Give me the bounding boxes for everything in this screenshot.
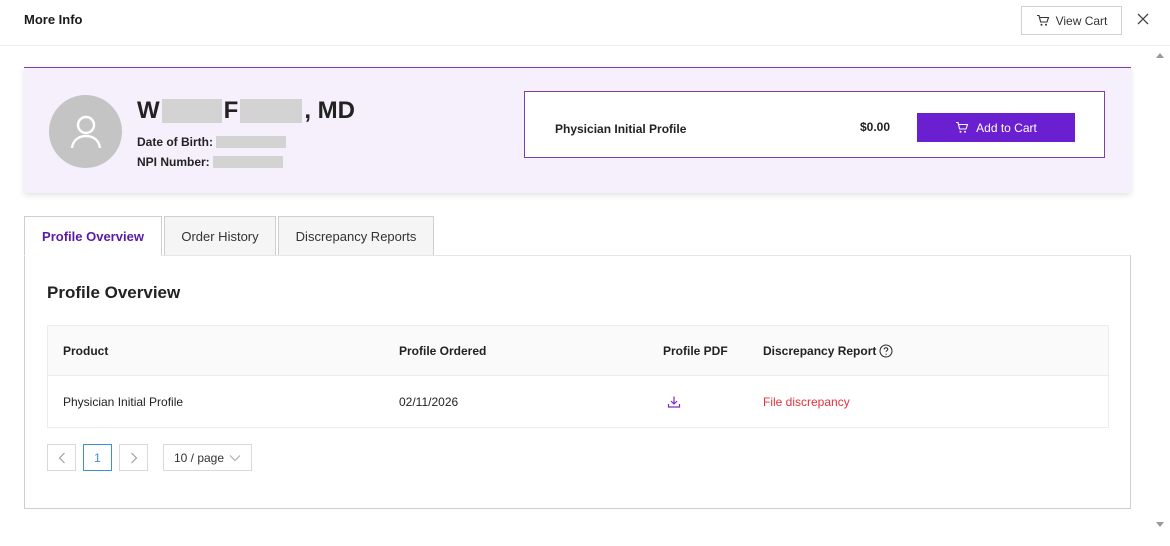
scroll-down-arrow[interactable] xyxy=(1155,516,1165,527)
page-size-select[interactable]: 10 / page xyxy=(163,444,252,471)
next-page-button[interactable] xyxy=(119,444,148,471)
add-to-cart-button[interactable]: Add to Cart xyxy=(917,113,1075,142)
name-first-initial: W xyxy=(137,97,160,124)
tab-bar: Profile Overview Order History Discrepan… xyxy=(24,216,436,256)
column-header-profile-ordered: Profile Ordered xyxy=(399,343,487,358)
pagination: 1 10 / page xyxy=(47,444,252,471)
redacted-first-name xyxy=(161,99,222,123)
column-header-profile-pdf: Profile PDF xyxy=(663,343,728,358)
file-discrepancy-link[interactable]: File discrepancy xyxy=(763,395,850,409)
dob-label: Date of Birth: xyxy=(137,135,213,149)
cart-icon xyxy=(1036,14,1050,27)
redacted-dob xyxy=(216,136,286,148)
name-credential: , MD xyxy=(304,97,355,124)
physician-header-card: W F , MD Date of Birth: NPI Number: Phys… xyxy=(24,67,1131,193)
npi-label: NPI Number: xyxy=(137,155,210,169)
product-price: $0.00 xyxy=(860,120,891,134)
chevron-left-icon xyxy=(58,452,66,464)
row-product: Physician Initial Profile xyxy=(63,394,184,409)
column-header-product: Product xyxy=(63,343,109,358)
scroll-up-arrow[interactable] xyxy=(1155,48,1165,58)
chevron-right-icon xyxy=(130,452,138,464)
page-size-value: 10 / page xyxy=(173,450,225,465)
close-icon xyxy=(1137,13,1149,25)
help-icon[interactable] xyxy=(879,344,893,358)
view-cart-label: View Cart xyxy=(1055,13,1108,28)
tab-profile-overview[interactable]: Profile Overview xyxy=(24,216,162,256)
date-of-birth-line: Date of Birth: xyxy=(137,135,286,149)
physician-name: W F , MD xyxy=(137,96,355,126)
tab-discrepancy-reports[interactable]: Discrepancy Reports xyxy=(278,216,434,256)
user-icon xyxy=(69,114,103,150)
modal-header: More Info View Cart xyxy=(0,0,1170,46)
row-profile-ordered: 02/11/2026 xyxy=(399,394,459,409)
discrepancy-header-label: Discrepancy Report xyxy=(763,343,877,358)
name-last-initial: F xyxy=(223,97,239,124)
section-title: Profile Overview xyxy=(47,283,181,302)
prev-page-button[interactable] xyxy=(47,444,76,471)
modal-title: More Info xyxy=(24,12,83,27)
close-button[interactable] xyxy=(1133,9,1153,29)
npi-number-line: NPI Number: xyxy=(137,155,283,169)
table-header: Product Profile Ordered Profile PDF Disc… xyxy=(47,325,1109,376)
chevron-down-icon xyxy=(229,454,241,462)
cart-icon xyxy=(955,121,969,134)
product-name: Physician Initial Profile xyxy=(555,122,687,136)
redacted-npi xyxy=(212,156,283,168)
tab-order-history[interactable]: Order History xyxy=(164,216,276,256)
view-cart-button[interactable]: View Cart xyxy=(1021,6,1122,35)
add-to-cart-label: Add to Cart xyxy=(976,120,1037,135)
tab-content-panel: Profile Overview Product Profile Ordered… xyxy=(24,255,1131,509)
avatar xyxy=(49,95,122,168)
row-discrepancy: File discrepancy xyxy=(763,376,850,427)
table-row: Physician Initial Profile 02/11/2026 Fil… xyxy=(47,376,1109,428)
row-profile-pdf xyxy=(663,376,681,427)
column-header-discrepancy-report: Discrepancy Report xyxy=(763,326,893,375)
product-box: Physician Initial Profile $0.00 Add to C… xyxy=(524,91,1105,158)
download-icon[interactable] xyxy=(667,395,681,409)
redacted-last-name xyxy=(240,99,303,123)
page-button-current[interactable]: 1 xyxy=(83,444,112,471)
profile-table: Product Profile Ordered Profile PDF Disc… xyxy=(47,325,1109,428)
